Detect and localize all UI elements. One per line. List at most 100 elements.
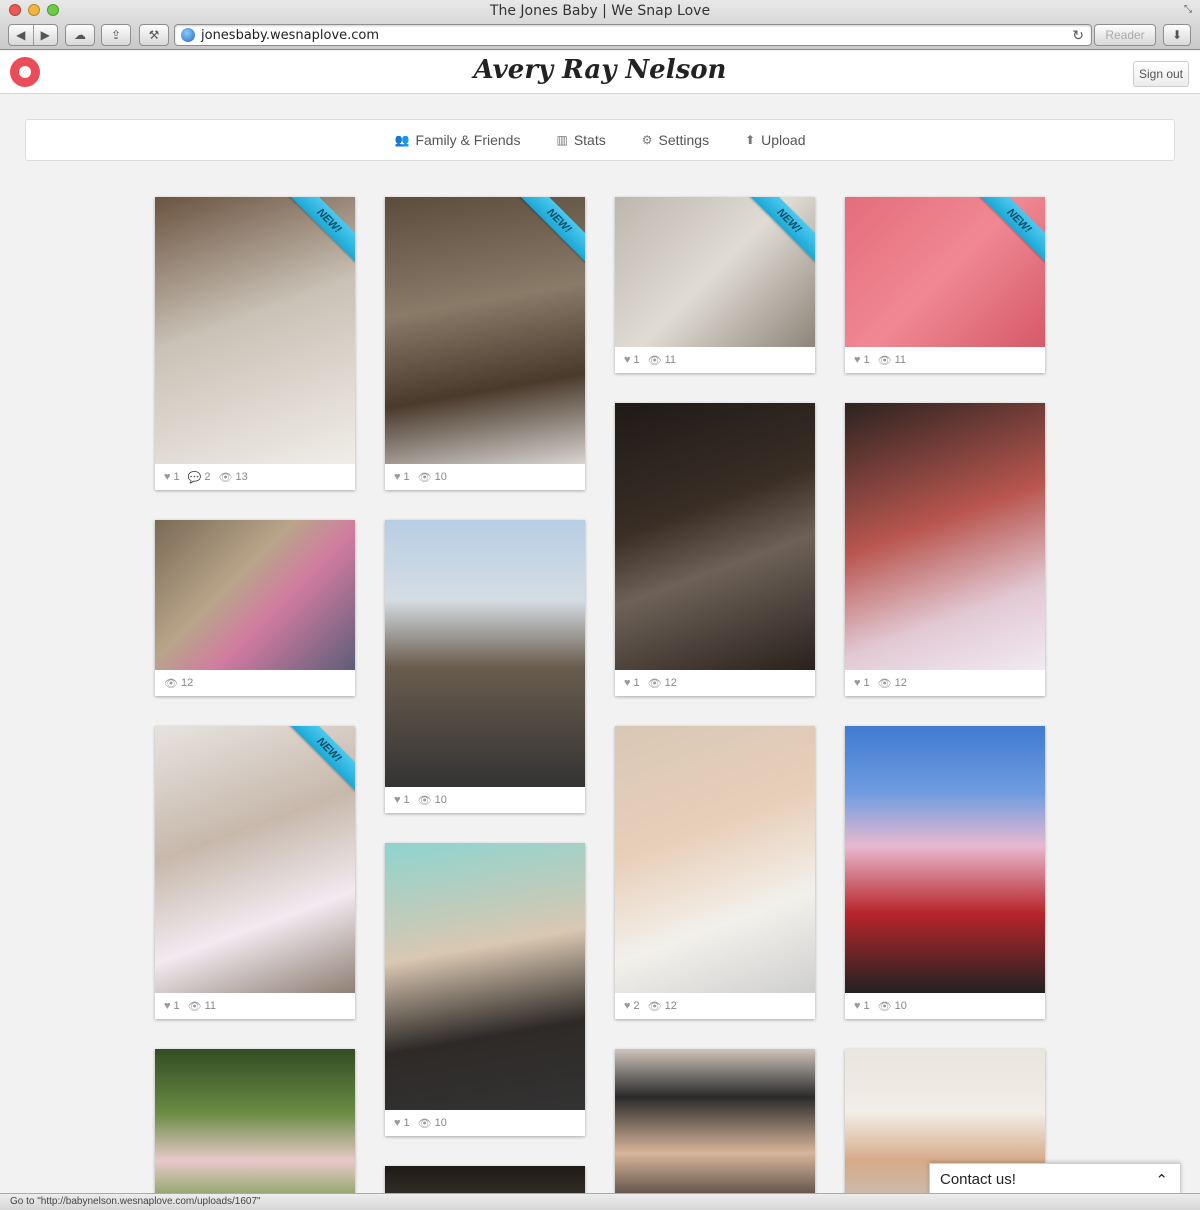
photo-card[interactable]: ♥ 1 👁 12 <box>845 403 1045 696</box>
likes-count[interactable]: ♥ 1 <box>394 794 410 806</box>
views-value: 13 <box>235 471 248 483</box>
photo-thumbnail[interactable] <box>845 403 1045 670</box>
reload-icon[interactable]: ↻ <box>1072 27 1084 44</box>
views-value: 10 <box>894 1000 907 1012</box>
share-button[interactable]: ⇪ <box>101 24 131 46</box>
heart-icon: ♥ <box>164 1000 171 1012</box>
likes-value: 1 <box>403 794 410 806</box>
photo-card[interactable]: NEW! ♥ 1 👁 11 <box>615 197 815 373</box>
window-title: The Jones Baby | We Snap Love <box>489 3 711 19</box>
address-bar[interactable]: jonesbaby.wesnaplove.com ↻ <box>174 24 1092 46</box>
photo-card[interactable]: ♥ 1 👁 12 <box>615 403 815 696</box>
likes-count[interactable]: ♥ 1 <box>164 1000 180 1012</box>
eye-icon: 👁 <box>877 1000 892 1013</box>
comment-icon: 💬 <box>187 471 202 484</box>
likes-value: 1 <box>633 354 640 366</box>
contact-us-widget[interactable]: Contact us! ⌃ <box>929 1163 1181 1196</box>
nav-stats[interactable]: ▥ Stats <box>556 132 605 148</box>
gear-icon: ⚙ <box>641 133 653 147</box>
likes-count[interactable]: ♥ 1 <box>394 471 410 483</box>
chevron-up-icon[interactable]: ⌃ <box>1155 1171 1168 1189</box>
eye-icon: 👁 <box>417 1117 432 1130</box>
cloud-icon: ☁ <box>74 28 86 42</box>
contact-label: Contact us! <box>940 1171 1016 1188</box>
download-icon: ⬇ <box>1171 28 1183 42</box>
photo-stats: ♥ 1 👁 11 <box>845 347 1045 373</box>
photo-thumbnail[interactable] <box>845 726 1045 993</box>
status-bar: Go to "http://babynelson.wesnaplove.com/… <box>0 1193 1200 1210</box>
eye-icon: 👁 <box>417 794 432 807</box>
forward-button[interactable]: ▶ <box>32 25 58 45</box>
photo-thumbnail[interactable] <box>615 1049 815 1209</box>
downloads-button[interactable]: ⬇ <box>1163 24 1191 46</box>
photo-thumbnail[interactable]: NEW! <box>615 197 815 347</box>
main-nav: 👥 Family & Friends ▥ Stats ⚙ Settings ⬆ … <box>25 119 1175 161</box>
views-value: 11 <box>664 354 677 366</box>
nav-label: Family & Friends <box>415 132 521 148</box>
views-count: 👁 11 <box>878 354 906 367</box>
photo-card[interactable]: ♥ 2 👁 12 <box>615 726 815 1019</box>
photo-card[interactable]: ♥ 1 👁 10 <box>385 843 585 1136</box>
url-text[interactable]: jonesbaby.wesnaplove.com <box>201 28 379 43</box>
photo-thumbnail[interactable]: NEW! <box>155 726 355 993</box>
baby-name-title: Avery Ray Nelson <box>473 55 727 85</box>
photo-thumbnail[interactable] <box>615 726 815 993</box>
heart-icon: ♥ <box>624 1000 631 1012</box>
views-count: 👁 12 <box>648 677 677 690</box>
reader-button[interactable]: Reader <box>1094 24 1156 46</box>
eye-icon: 👁 <box>218 471 233 484</box>
photo-thumbnail[interactable] <box>385 843 585 1110</box>
fullscreen-icon[interactable]: ⤡ <box>1184 4 1192 15</box>
globe-icon <box>181 28 195 42</box>
heart-icon: ♥ <box>394 471 401 483</box>
photo-card[interactable]: ♥ 1 👁 10 <box>385 520 585 813</box>
photo-thumbnail[interactable] <box>615 403 815 670</box>
photo-thumbnail[interactable] <box>385 520 585 787</box>
new-badge: NEW! <box>746 197 815 264</box>
tools-button[interactable]: ⚒ <box>139 24 169 46</box>
likes-count[interactable]: ♥ 1 <box>394 1117 410 1129</box>
photo-card[interactable]: NEW! ♥ 1 👁 11 <box>845 197 1045 373</box>
photo-card[interactable]: NEW! ♥ 1 💬 2 👁 13 <box>155 197 355 490</box>
likes-count[interactable]: ♥ 1 <box>854 1000 870 1012</box>
views-count: 👁 11 <box>188 1000 216 1013</box>
likes-count[interactable]: ♥ 1 <box>624 677 640 689</box>
photo-thumbnail[interactable]: NEW! <box>385 197 585 464</box>
photo-card[interactable] <box>155 1049 355 1209</box>
photo-thumbnail[interactable] <box>155 1049 355 1209</box>
likes-count[interactable]: ♥ 1 <box>854 354 870 366</box>
eye-icon: 👁 <box>877 354 892 367</box>
likes-value: 1 <box>863 677 870 689</box>
likes-count[interactable]: ♥ 2 <box>624 1000 640 1012</box>
icloud-button[interactable]: ☁ <box>65 24 95 46</box>
views-value: 12 <box>894 677 907 689</box>
photo-thumbnail[interactable]: NEW! <box>845 197 1045 347</box>
sign-out-button[interactable]: Sign out <box>1133 61 1189 87</box>
likes-count[interactable]: ♥ 1 <box>624 354 640 366</box>
heart-icon: ♥ <box>624 354 631 366</box>
likes-count[interactable]: ♥ 1 <box>164 471 180 483</box>
photo-thumbnail[interactable]: NEW! <box>155 197 355 464</box>
nav-family-friends[interactable]: 👥 Family & Friends <box>394 132 520 148</box>
photo-stats: ♥ 1 👁 12 <box>845 670 1045 696</box>
photo-card[interactable]: 👁 12 <box>155 520 355 696</box>
photo-card[interactable]: NEW! ♥ 1 👁 11 <box>155 726 355 1019</box>
new-badge: NEW! <box>516 197 585 264</box>
likes-count[interactable]: ♥ 1 <box>854 677 870 689</box>
back-button[interactable]: ◀ <box>9 25 33 45</box>
likes-value: 1 <box>173 1000 180 1012</box>
photo-card[interactable] <box>615 1049 815 1209</box>
photo-card[interactable]: ♥ 1 👁 10 <box>845 726 1045 1019</box>
views-value: 11 <box>894 354 907 366</box>
photo-card[interactable]: NEW! ♥ 1 👁 10 <box>385 197 585 490</box>
views-value: 12 <box>664 677 677 689</box>
nav-upload[interactable]: ⬆ Upload <box>745 132 805 148</box>
views-count: 👁 11 <box>648 354 676 367</box>
photo-thumbnail[interactable] <box>155 520 355 670</box>
upload-arrow-icon: ⬆ <box>745 133 756 147</box>
nav-settings[interactable]: ⚙ Settings <box>642 132 709 148</box>
views-count: 👁 10 <box>418 1117 447 1130</box>
eye-icon: 👁 <box>647 354 662 367</box>
browser-toolbar: The Jones Baby | We Snap Love ⤡ ◀ ▶ ☁ ⇪ … <box>0 0 1200 50</box>
views-value: 11 <box>204 1000 217 1012</box>
